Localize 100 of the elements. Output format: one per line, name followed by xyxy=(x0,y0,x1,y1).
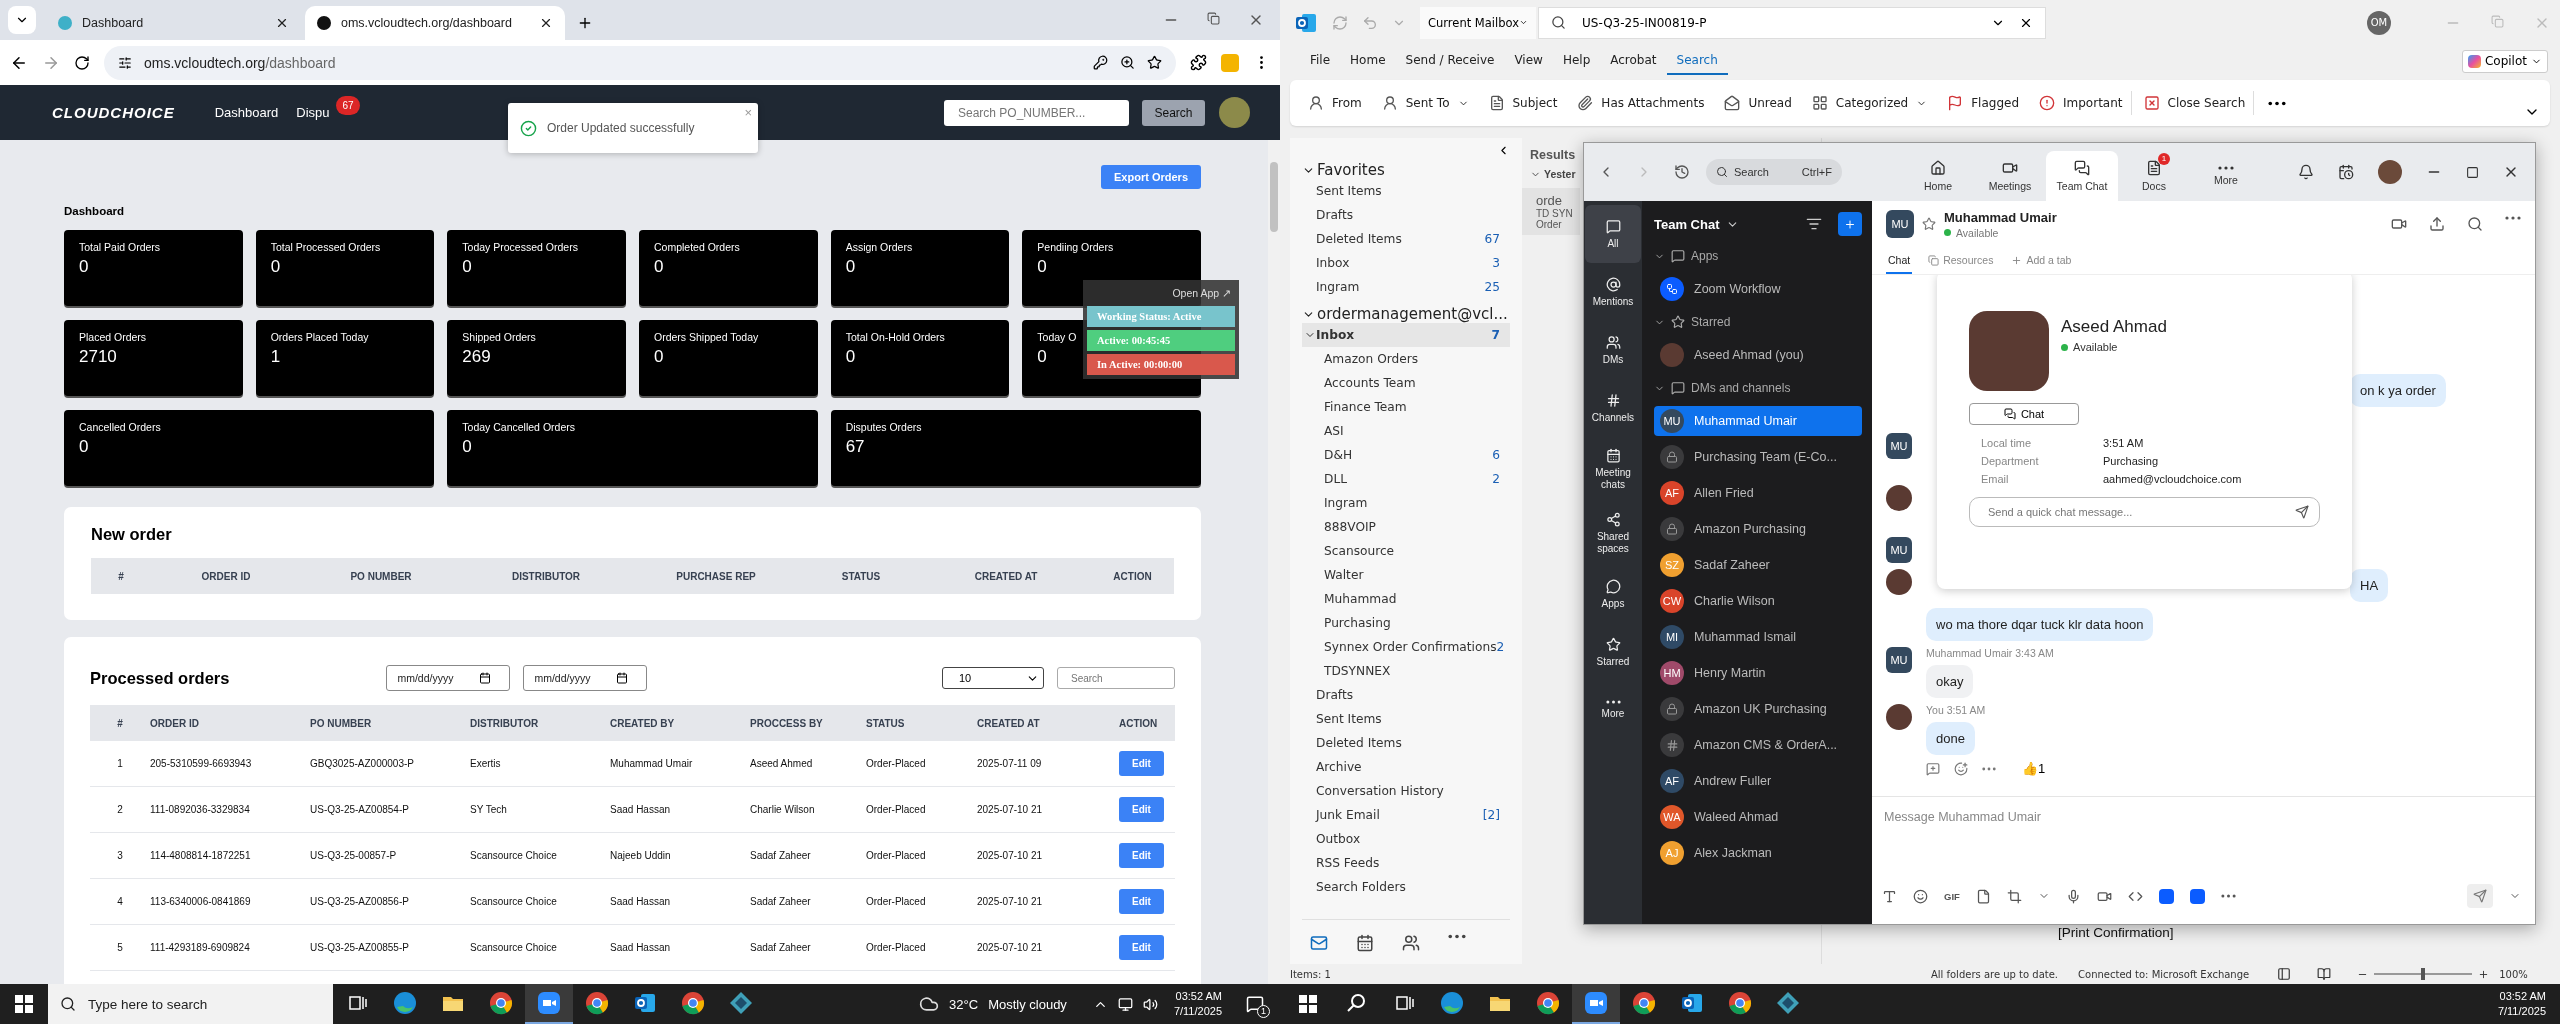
bookmark-star-icon[interactable] xyxy=(1147,55,1162,70)
calendar-icon[interactable] xyxy=(1356,934,1374,952)
date-picker[interactable]: mm/dd/yyyy xyxy=(386,665,511,691)
normal-view-icon[interactable] xyxy=(2277,967,2292,981)
volume-icon[interactable] xyxy=(1142,996,1158,1012)
folder-group-header[interactable]: Favorites xyxy=(1302,161,1510,179)
zoom-in-icon[interactable] xyxy=(2478,968,2490,980)
avatar[interactable] xyxy=(2378,160,2402,184)
ribbon-button[interactable]: Unread xyxy=(1716,91,1800,115)
folder-item[interactable]: Inbox 3 xyxy=(1302,251,1510,275)
history-icon[interactable] xyxy=(1674,164,1690,180)
ribbon-button[interactable]: Categorized xyxy=(1803,91,1936,115)
folder-item[interactable]: Search Folders xyxy=(1302,875,1510,899)
date-input[interactable]: mm/dd/yyyy xyxy=(532,671,613,685)
edit-button[interactable]: Edit xyxy=(1119,843,1164,868)
folder-item[interactable]: Sent Items xyxy=(1302,179,1510,203)
close-icon[interactable] xyxy=(275,16,289,30)
video-icon[interactable] xyxy=(2391,216,2407,232)
menu-tab[interactable]: File xyxy=(1300,47,1341,75)
folder-item[interactable]: Ingram xyxy=(1302,491,1510,515)
folder-item[interactable]: Ingram 25 xyxy=(1302,275,1510,299)
nav-tab[interactable]: Meetings xyxy=(1974,151,2046,201)
edit-button[interactable]: Edit xyxy=(1119,797,1164,822)
rail-item[interactable]: Channels xyxy=(1585,379,1641,437)
gif-button[interactable]: GIF xyxy=(1944,890,1960,902)
date-picker[interactable]: mm/dd/yyyy xyxy=(523,665,648,691)
app-icon[interactable] xyxy=(2189,888,2205,904)
scrollbar[interactable] xyxy=(1268,140,1280,984)
nav-tab[interactable]: Team Chat xyxy=(2046,151,2118,201)
reply-icon[interactable] xyxy=(1926,761,1940,776)
search-box[interactable]: US-Q3-25-IN00819-P xyxy=(1538,6,2046,39)
people-icon[interactable] xyxy=(1402,934,1420,952)
file-icon[interactable] xyxy=(1975,888,1991,904)
network-icon[interactable] xyxy=(1117,996,1133,1012)
ribbon-button[interactable]: Important xyxy=(2031,91,2132,115)
chat-list-item[interactable]: WA Waleed Ahmad xyxy=(1654,802,1862,832)
menu-tab[interactable]: Home xyxy=(1340,47,1396,75)
notifications-button[interactable]: 1 xyxy=(1238,987,1272,1021)
chat-list-item[interactable]: MU Muhammad Umair xyxy=(1654,406,1862,436)
menu-tab[interactable]: Acrobat xyxy=(1600,47,1667,75)
page-size-select[interactable]: 10 xyxy=(942,667,1044,689)
panel-title[interactable]: Team Chat xyxy=(1654,216,1720,232)
folder-item[interactable]: Archive xyxy=(1302,755,1510,779)
chat-list-item[interactable]: Amazon CMS & OrderA... xyxy=(1654,730,1862,760)
calendar-icon[interactable] xyxy=(2338,164,2354,180)
search-field[interactable]: Search xyxy=(1057,667,1175,689)
folder-item[interactable]: Amazon Orders xyxy=(1302,347,1510,371)
edit-button[interactable]: Edit xyxy=(1119,889,1164,914)
folder-item[interactable]: Purchasing xyxy=(1302,611,1510,635)
mail-item[interactable]: orde TD SYN Order xyxy=(1522,188,1580,235)
folder-item[interactable]: Outbox xyxy=(1302,827,1510,851)
reading-view-icon[interactable] xyxy=(2317,967,2332,981)
rail-item[interactable]: Apps xyxy=(1585,565,1641,623)
chat-list-item[interactable]: MI Muhammad Ismail xyxy=(1654,622,1862,652)
quick-message-box[interactable]: Send a quick chat message... xyxy=(1969,497,2320,527)
chat-list-item[interactable]: Amazon Purchasing xyxy=(1654,514,1862,544)
export-button[interactable]: Export Orders xyxy=(1101,165,1201,189)
zoom-icon[interactable] xyxy=(1120,55,1135,70)
section-header[interactable]: Apps xyxy=(1654,241,1862,271)
menu-tab[interactable]: View xyxy=(1504,47,1553,75)
ribbon-button[interactable]: From xyxy=(1300,91,1370,115)
chat-list-item[interactable]: AF Allen Fried xyxy=(1654,478,1862,508)
microphone-icon[interactable] xyxy=(2065,888,2081,904)
folder-item[interactable]: Walter xyxy=(1302,563,1510,587)
rail-item[interactable]: Mentions xyxy=(1585,263,1641,321)
section-header[interactable]: DMs and channels xyxy=(1654,373,1862,403)
folder-item[interactable]: Accounts Team xyxy=(1302,371,1510,395)
rail-item[interactable]: More xyxy=(1585,681,1641,739)
text-format-icon[interactable] xyxy=(1882,888,1897,904)
browser-tab[interactable]: Dashboard xyxy=(46,6,301,40)
mail-icon[interactable] xyxy=(1310,934,1328,952)
key-icon[interactable] xyxy=(1093,55,1108,70)
section-header[interactable]: Starred xyxy=(1654,307,1862,337)
folder-item[interactable]: DLL 2 xyxy=(1302,467,1510,491)
rail-item[interactable]: All xyxy=(1585,205,1641,263)
folder-item[interactable]: 888VOIP xyxy=(1302,515,1510,539)
ribbon-button[interactable]: Has Attachments xyxy=(1569,91,1713,115)
account-header[interactable]: ordermanagement@vcl... xyxy=(1302,305,1510,323)
chat-list-item[interactable]: Purchasing Team (E-Co... xyxy=(1654,442,1862,472)
filter-icon[interactable] xyxy=(1806,216,1822,232)
chat-tab[interactable]: Add a tab xyxy=(2009,254,2074,274)
browser-tab[interactable]: oms.vcloudtech.org/dashboard xyxy=(305,6,565,40)
nav-link[interactable]: Dashboard xyxy=(214,105,279,120)
chat-tab[interactable]: Resources xyxy=(1926,254,1996,274)
nav-tab[interactable]: More xyxy=(2190,151,2262,201)
account-avatar[interactable]: OM xyxy=(2367,10,2391,35)
folder-item[interactable]: Deleted Items xyxy=(1302,731,1510,755)
emoji-icon[interactable] xyxy=(1913,888,1928,904)
chat-tab[interactable]: Chat xyxy=(1886,254,1913,274)
share-screen-icon[interactable] xyxy=(2429,216,2445,232)
folder-item[interactable]: Inbox 7 xyxy=(1302,323,1510,347)
star-icon[interactable] xyxy=(1922,217,1936,231)
more-icon[interactable] xyxy=(1448,934,1466,939)
more-icon[interactable] xyxy=(2220,894,2236,898)
avatar[interactable] xyxy=(1219,97,1250,128)
edit-button[interactable]: Edit xyxy=(1119,935,1164,960)
copilot-button[interactable]: Copilot xyxy=(2461,49,2548,73)
reload-icon[interactable] xyxy=(74,54,90,71)
folder-item[interactable]: Junk Email [2] xyxy=(1302,803,1510,827)
more-icon[interactable] xyxy=(2268,100,2287,106)
